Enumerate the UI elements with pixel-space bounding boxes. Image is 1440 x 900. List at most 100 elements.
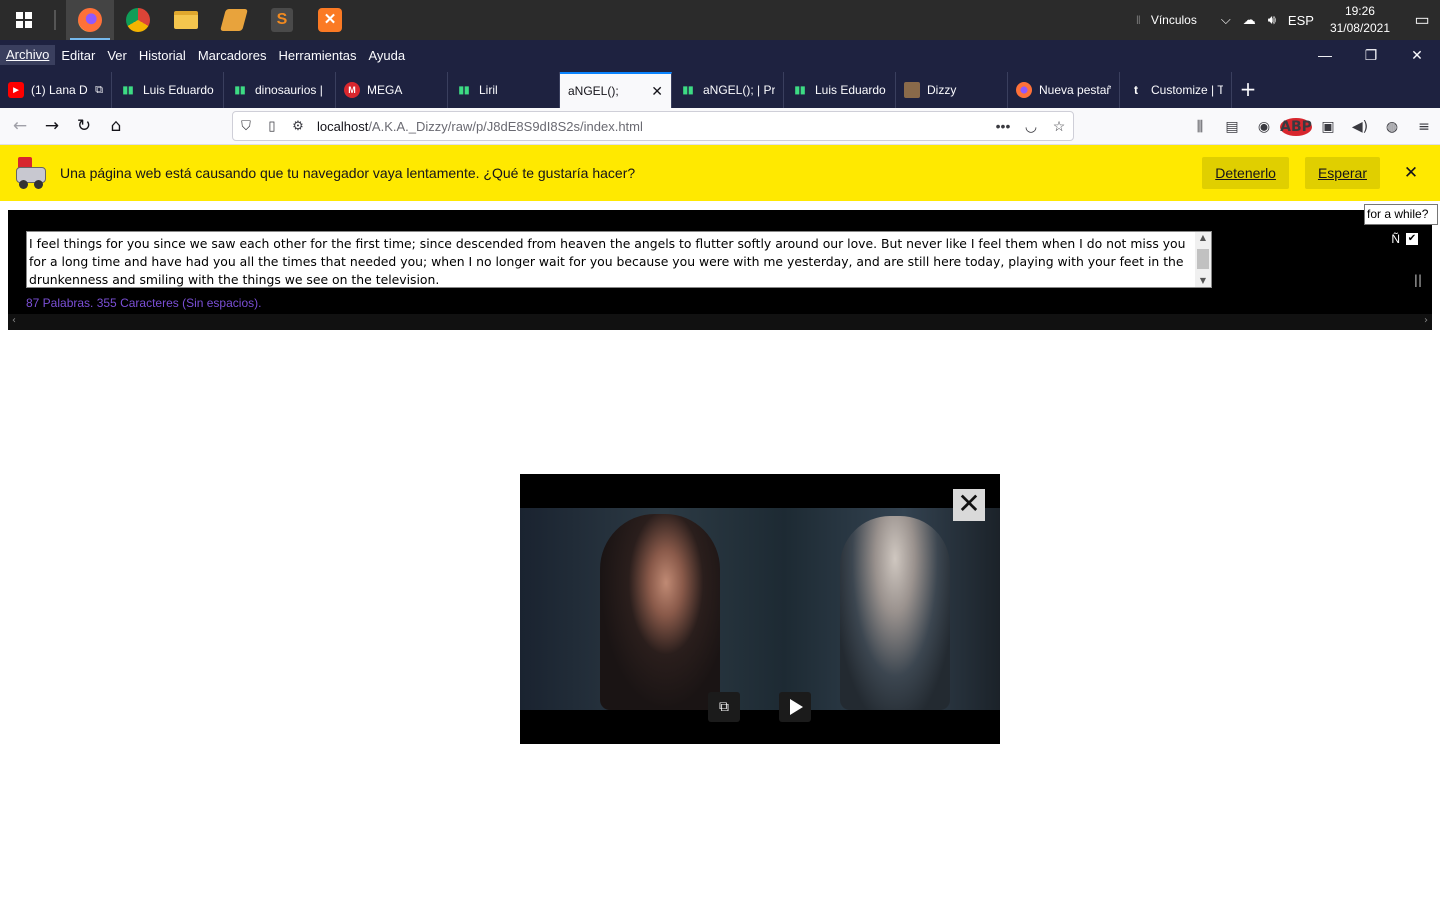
close-window-icon[interactable]: ✕ — [1394, 40, 1440, 70]
tab-9[interactable]: Dizzy — [896, 72, 1008, 108]
tab-7[interactable]: ▮▮ aNGEL(); | Pr — [672, 72, 784, 108]
tray-separator: ‖ — [1135, 13, 1141, 27]
language-indicator[interactable]: ESP — [1288, 13, 1314, 28]
xampp-icon: ✕ — [318, 8, 342, 32]
sound-extension-icon[interactable]: ◀) — [1344, 119, 1376, 135]
pip-indicator-icon: ⧉ — [95, 83, 103, 96]
taskbar-app-xampp[interactable]: ✕ — [306, 0, 354, 40]
audio-bars-icon: ▮▮ — [682, 84, 694, 96]
scroll-right-icon[interactable]: › — [1424, 315, 1428, 326]
app-menu-icon[interactable]: ≡ — [1408, 119, 1440, 135]
forward-button[interactable]: → — [36, 110, 68, 142]
tab-strip: ▶ (1) Lana D ⧉ ▮▮ Luis Eduardo ▮▮ dinosa… — [0, 70, 1440, 108]
navigation-toolbar: ← → ↻ ⌂ ⛉ ▯ ⚙ localhost/A.K.A._Dizzy/raw… — [0, 108, 1440, 145]
links-toolbar[interactable]: Vínculos — [1151, 13, 1197, 27]
menu-marcadores[interactable]: Marcadores — [192, 48, 273, 63]
taskbar-app-sublime[interactable]: S — [258, 0, 306, 40]
minimize-icon[interactable]: — — [1302, 40, 1348, 70]
video-person-left — [600, 514, 720, 710]
tab-4[interactable]: M MEGA — [336, 72, 448, 108]
tab-11[interactable]: t Customize | T — [1120, 72, 1232, 108]
tab-10[interactable]: Nueva pestañ — [1008, 72, 1120, 108]
tab-label: Dizzy — [927, 83, 957, 97]
taskbar-app-chrome[interactable] — [114, 0, 162, 40]
video-player[interactable]: ✕ ⧉ — [520, 474, 1000, 744]
permissions-icon[interactable]: ⚙ — [285, 118, 311, 134]
restore-icon[interactable]: ❐ — [1348, 40, 1394, 70]
back-button[interactable]: ← — [4, 110, 36, 142]
tab-8[interactable]: ▮▮ Luis Eduardo — [784, 72, 896, 108]
menu-ver[interactable]: Ver — [101, 48, 133, 63]
system-tray: ‖ Vínculos ⌵ ☁ 🔊︎ ESP 19:26 31/08/2021 ▭ — [1136, 0, 1440, 40]
adblock-plus-icon[interactable]: ABP — [1280, 117, 1312, 136]
scroll-left-icon[interactable]: ‹ — [12, 315, 16, 326]
close-notification-icon[interactable]: ✕ — [1396, 163, 1426, 183]
option-checkbox[interactable]: ✔ — [1406, 233, 1418, 245]
home-button[interactable]: ⌂ — [100, 110, 132, 142]
shield-icon[interactable]: ⛉ — [233, 118, 259, 134]
slow-page-notification: Una página web está causando que tu nave… — [0, 145, 1440, 201]
tab-2[interactable]: ▮▮ Luis Eduardo — [112, 72, 224, 108]
tab-5[interactable]: ▮▮ Liril — [448, 72, 560, 108]
onedrive-icon[interactable]: ☁ — [1243, 12, 1256, 28]
clock[interactable]: 19:26 31/08/2021 — [1330, 3, 1390, 37]
menu-ayuda[interactable]: Ayuda — [362, 48, 411, 63]
close-video-button[interactable]: ✕ — [953, 489, 985, 521]
horizontal-scrollbar[interactable]: ‹ › — [8, 314, 1432, 330]
pocket-icon[interactable]: ◡ — [1017, 118, 1045, 135]
reload-button[interactable]: ↻ — [68, 110, 100, 142]
menu-herramientas[interactable]: Herramientas — [272, 48, 362, 63]
editor-panel: I feel things for you since we saw each … — [8, 210, 1432, 330]
audio-bars-icon: ▮▮ — [122, 84, 134, 96]
scroll-down-icon[interactable]: ▼ — [1195, 275, 1211, 287]
tab-label: Luis Eduardo — [143, 83, 214, 97]
library-icon[interactable]: ⫼ — [1184, 119, 1216, 135]
tab-1[interactable]: ▶ (1) Lana D ⧉ — [0, 72, 112, 108]
chevron-up-icon[interactable]: ⌵ — [1221, 12, 1231, 28]
editor-scrollbar[interactable]: ▲ ▼ — [1195, 232, 1211, 287]
new-tab-button[interactable]: + — [1232, 70, 1264, 108]
play-button[interactable] — [779, 692, 811, 722]
extension-icon[interactable]: ▣ — [1312, 119, 1344, 135]
url-bar[interactable]: ⛉ ▯ ⚙ localhost/A.K.A._Dizzy/raw/p/J8dE8… — [232, 111, 1074, 141]
video-frame — [520, 508, 1000, 710]
text-editor[interactable]: I feel things for you since we saw each … — [26, 231, 1212, 288]
audio-bars-icon: ▮▮ — [458, 84, 470, 96]
toolbar-icons: ⫼ ▤ ◉ ABP ▣ ◀) ◍ ≡ — [1184, 108, 1440, 145]
tumblr-icon: t — [1134, 83, 1138, 97]
tab-3[interactable]: ▮▮ dinosaurios | — [224, 72, 336, 108]
tab-label: dinosaurios | — [255, 83, 323, 97]
editor-content: I feel things for you since we saw each … — [29, 236, 1186, 287]
page-actions-icon[interactable]: ••• — [989, 118, 1017, 135]
pause-icon[interactable]: || — [1414, 273, 1422, 287]
scroll-up-icon[interactable]: ▲ — [1195, 232, 1211, 244]
menu-historial[interactable]: Historial — [133, 48, 192, 63]
taskbar-app-file-explorer[interactable] — [162, 0, 210, 40]
page-icon: ▯ — [268, 118, 276, 133]
sidebar-icon[interactable]: ▤ — [1216, 119, 1248, 135]
file-explorer-icon — [174, 11, 198, 29]
taskbar-app-winamp[interactable] — [210, 0, 258, 40]
tab-label: Nueva pestañ — [1039, 83, 1111, 97]
bookmark-star-icon[interactable]: ☆ — [1045, 118, 1073, 135]
tab-6-active[interactable]: aNGEL(); ✕ — [560, 72, 672, 108]
account-icon[interactable]: ◉ — [1248, 119, 1280, 135]
scroll-thumb[interactable] — [1197, 249, 1209, 269]
window-controls: — ❐ ✕ — [1302, 40, 1440, 70]
url-host: localhost — [317, 118, 369, 134]
notifications-icon[interactable]: ▭ — [1404, 10, 1440, 30]
menu-editar[interactable]: Editar — [55, 48, 101, 63]
taskbar-app-firefox[interactable] — [66, 0, 114, 40]
globe-extension-icon[interactable]: ◍ — [1376, 119, 1408, 135]
volume-icon[interactable]: 🔊︎ — [1268, 12, 1276, 28]
taskbar-separator — [54, 10, 56, 30]
wait-button[interactable]: Esperar — [1304, 157, 1380, 189]
close-tab-icon[interactable]: ✕ — [651, 83, 663, 100]
special-char-label: Ñ — [1391, 232, 1400, 246]
stop-button[interactable]: Detenerlo — [1202, 157, 1289, 189]
tooltip: for a while? — [1364, 204, 1438, 225]
sublime-text-icon: S — [271, 8, 293, 32]
menu-archivo[interactable]: Archivo — [0, 45, 56, 65]
start-button[interactable] — [0, 0, 48, 40]
picture-in-picture-button[interactable]: ⧉ — [708, 692, 740, 722]
